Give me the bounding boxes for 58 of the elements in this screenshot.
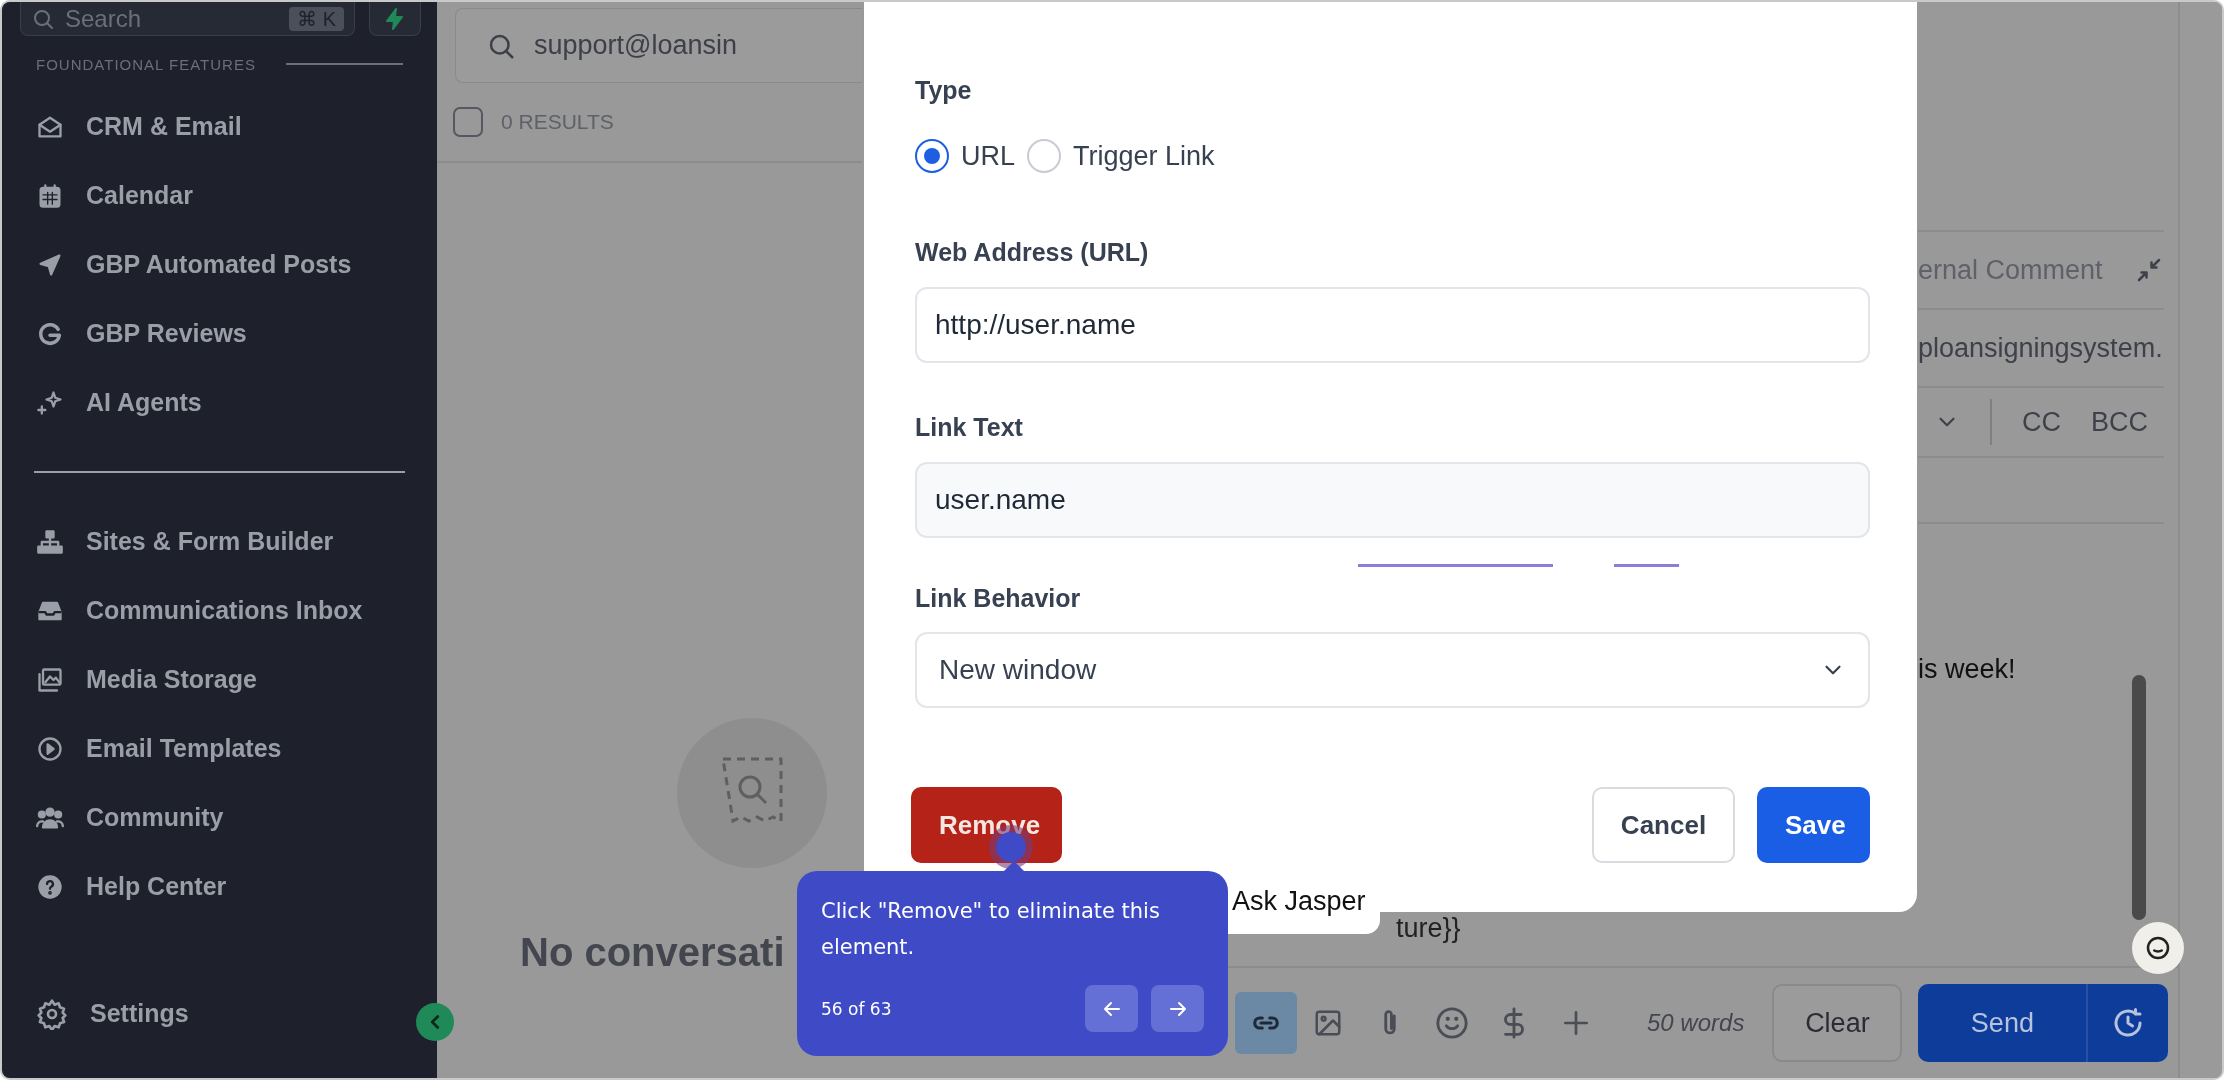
tour-text: Click "Remove" to eliminate this element. xyxy=(821,898,1161,961)
message-editor[interactable]: ture}} xyxy=(1382,913,2082,963)
sidebar-item[interactable]: CRM & Email xyxy=(2,92,437,161)
link-behavior-dropdown[interactable]: New window xyxy=(915,632,1870,708)
sparkle-icon xyxy=(36,388,64,417)
message-text: is week! xyxy=(1918,654,2016,685)
sidebar-item[interactable]: Help Center xyxy=(2,852,437,921)
bcc-link[interactable]: BCC xyxy=(2091,406,2148,438)
field-label: Link Text xyxy=(915,412,1024,443)
settings-icon xyxy=(36,997,68,1030)
sidebar-item[interactable]: Email Templates xyxy=(2,714,437,783)
lightning-button[interactable] xyxy=(369,2,421,36)
sidebar-item[interactable]: GBP Automated Posts xyxy=(2,230,437,299)
chat-widget-button[interactable] xyxy=(2132,922,2184,974)
cancel-button[interactable]: Cancel xyxy=(1592,787,1735,863)
search-field[interactable]: support@loansin xyxy=(455,8,862,83)
images-icon xyxy=(36,665,64,694)
recipient-email: ploansigningsystem. xyxy=(1918,332,2163,364)
sitemap-icon xyxy=(36,527,64,556)
smiley-icon xyxy=(1435,1006,1469,1040)
sidebar-item[interactable]: AI Agents xyxy=(2,368,437,437)
previous-button[interactable] xyxy=(1085,985,1138,1032)
word-count: 50 words xyxy=(1647,1009,1745,1037)
sidebar-item[interactable]: Communications Inbox xyxy=(2,576,437,645)
radio-label: URL xyxy=(961,140,1015,172)
results-count: 0 RESULTS xyxy=(501,110,614,134)
sidebar-item[interactable]: Community xyxy=(2,783,437,852)
field-label: Type xyxy=(915,75,973,106)
toolbar-button[interactable] xyxy=(1235,992,1297,1054)
field-label: Link Behavior xyxy=(915,583,1082,614)
cc-link[interactable]: CC xyxy=(2022,406,2061,438)
comment-mode-label: ernal Comment xyxy=(1918,254,2104,286)
url-field[interactable]: http://user.name xyxy=(915,287,1870,363)
section-label: FOUNDATIONAL FEATURES xyxy=(36,55,256,73)
sidebar-item[interactable]: GBP Reviews xyxy=(2,299,437,368)
clear-button[interactable]: Clear xyxy=(1772,984,1903,1062)
radio-option[interactable]: URL xyxy=(915,139,1015,173)
next-button[interactable] xyxy=(1151,985,1204,1032)
image-icon xyxy=(1313,1008,1343,1038)
sidebar-item[interactable]: Sites & Form Builder xyxy=(2,507,437,576)
signature-placeholder: ture}} xyxy=(1396,913,1461,943)
collapse-button[interactable] xyxy=(416,1003,454,1041)
question-circle-icon xyxy=(36,872,64,901)
send-button[interactable]: Send xyxy=(1918,984,2089,1062)
radio-label: Trigger Link xyxy=(1073,140,1215,172)
checkbox[interactable] xyxy=(453,107,483,137)
remove-button[interactable]: Remove xyxy=(911,787,1062,863)
scrollbar[interactable] xyxy=(2132,675,2146,920)
radio-button[interactable] xyxy=(915,139,949,173)
sidebar-item[interactable]: Media Storage xyxy=(2,645,437,714)
link-text-field[interactable]: user.name xyxy=(915,462,1870,538)
sidebar-item[interactable]: Settings xyxy=(2,979,197,1048)
field-label: Web Address (URL) xyxy=(915,237,1150,268)
step-counter: 56 of 63 xyxy=(821,998,892,1019)
sidebar-item[interactable]: Calendar xyxy=(2,161,437,230)
play-circle-icon xyxy=(36,734,64,763)
radio-option[interactable]: Trigger Link xyxy=(1027,139,1215,173)
save-button[interactable]: Save xyxy=(1757,787,1870,863)
